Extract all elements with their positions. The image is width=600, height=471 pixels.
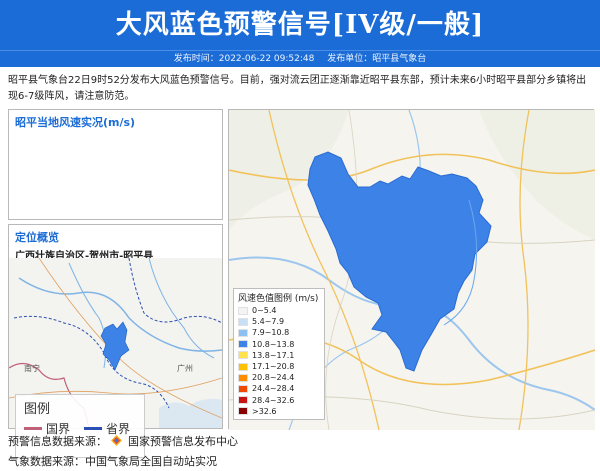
weather-source-line: 气象数据来源：中国气象局全国自动站实况 <box>8 455 217 468</box>
wind-legend-row: 0~5.4 <box>238 305 320 316</box>
wind-legend-row: 28.4~32.6 <box>238 395 320 406</box>
overview-legend-title: 图例 <box>24 402 51 417</box>
location-overview-title: 定位概览 <box>15 231 59 244</box>
wind-legend-label: 28.4~32.6 <box>252 395 295 405</box>
warning-source-line: 预警信息数据来源： 国家预警信息发布中心 <box>8 433 238 449</box>
title-banner: 大风蓝色预警信号[IV级/一般] <box>0 0 600 50</box>
wind-speed-legend: 风速色值图例 (m/s) 0~5.4 5.4~7.9 7.9~10.8 10.8~13… <box>233 288 325 420</box>
wind-legend-label: 7.9~10.8 <box>252 328 290 338</box>
national-border-line-icon <box>24 427 42 430</box>
wind-legend-row: >32.6 <box>238 406 320 417</box>
wind-speed-panel: 昭平当地风速实况(m/s) <box>8 109 223 220</box>
wind-legend-label: 0~5.4 <box>252 306 277 316</box>
warning-source-label: 预警信息数据来源： <box>8 435 107 448</box>
warning-description: 昭平县气象台22日9时52分发布大风蓝色预警信号。目前，强对流云团正逐渐靠近昭平… <box>8 75 587 102</box>
wind-legend-row: 7.9~10.8 <box>238 327 320 338</box>
wind-legend-row: 17.1~20.8 <box>238 361 320 372</box>
wind-speed-title: 昭平当地风速实况(m/s) <box>15 116 136 129</box>
wind-legend-swatch <box>238 351 248 360</box>
publish-meta: 发布时间：2022-06-22 09:52:48 发布单位：昭平县气象台 <box>0 50 600 67</box>
wind-legend-swatch <box>238 384 248 393</box>
city-label-nanning: 南宁 <box>24 363 40 373</box>
wind-legend-swatch <box>238 407 248 416</box>
wind-legend-row: 10.8~13.8 <box>238 339 320 350</box>
page-title: 大风蓝色预警信号[IV级/一般] <box>115 10 485 40</box>
wind-legend-title: 风速色值图例 (m/s) <box>238 294 319 304</box>
wind-legend-row: 5.4~7.9 <box>238 316 320 327</box>
publish-unit: 发布单位：昭平县气象台 <box>327 54 427 64</box>
wind-legend-swatch <box>238 306 248 315</box>
warning-source-org[interactable]: 国家预警信息发布中心 <box>128 435 238 448</box>
wind-legend-label: 17.1~20.8 <box>252 362 295 372</box>
city-label-guangzhou: 广州 <box>177 363 193 373</box>
wind-legend-label: 20.8~24.4 <box>252 373 295 383</box>
wind-legend-row: 20.8~24.4 <box>238 372 320 383</box>
wind-legend-label: 5.4~7.9 <box>252 317 285 327</box>
wind-legend-label: 13.8~17.1 <box>252 350 295 360</box>
wind-legend-row: 24.4~28.4 <box>238 383 320 394</box>
overview-map[interactable]: 南宁 广州 图例 国界 省界 <box>8 257 223 458</box>
wind-legend-swatch <box>238 362 248 371</box>
wind-legend-swatch <box>238 340 248 349</box>
wind-legend-label: 10.8~13.8 <box>252 339 295 349</box>
location-overview-panel: 定位概览 广西壮族自治区-贺州市-昭平县 南宁 广州 图例 国界 省界 <box>8 224 223 458</box>
wind-legend-swatch <box>238 373 248 382</box>
warning-center-logo-icon <box>110 435 122 446</box>
publish-time: 发布时间：2022-06-22 09:52:48 <box>173 54 315 64</box>
wind-legend-swatch <box>238 317 248 326</box>
wind-legend-swatch <box>238 396 248 405</box>
province-border-line-icon <box>84 427 103 430</box>
wind-legend-row: 13.8~17.1 <box>238 350 320 361</box>
wind-legend-label: >32.6 <box>252 406 277 416</box>
wind-legend-swatch <box>238 328 248 337</box>
wind-legend-label: 24.4~28.4 <box>252 384 295 394</box>
